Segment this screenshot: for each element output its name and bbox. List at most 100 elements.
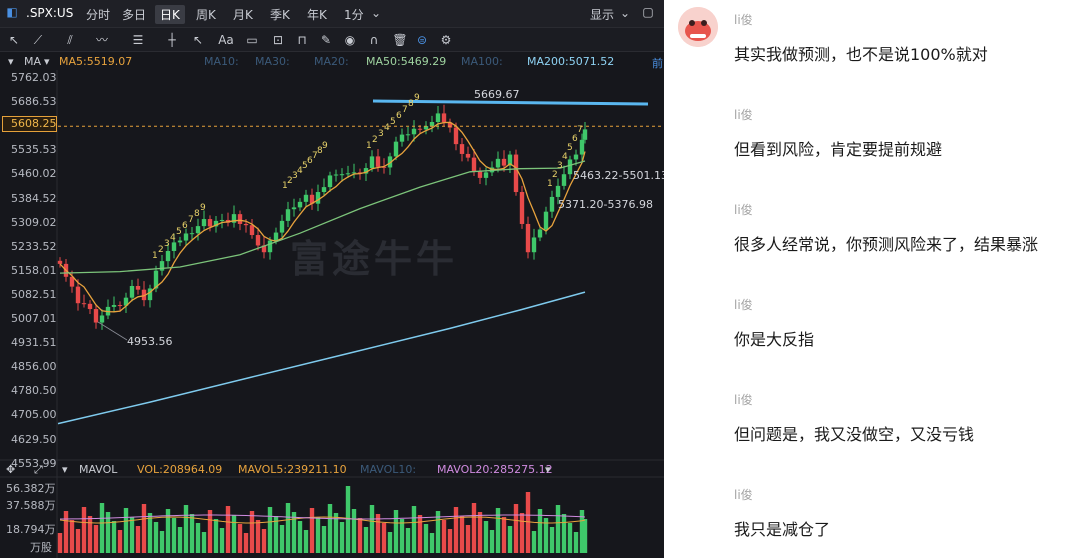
chevron-down-icon[interactable]: ▾ bbox=[62, 463, 68, 476]
candle-body bbox=[285, 209, 291, 221]
volume-bar bbox=[57, 533, 63, 553]
leader-line bbox=[97, 321, 128, 341]
sequence-count-label: 2 bbox=[372, 135, 378, 145]
volume-bar bbox=[513, 504, 519, 553]
message-username[interactable]: li俊 bbox=[734, 201, 753, 218]
low-price-label: 4953.56 bbox=[127, 335, 173, 348]
price-tick: 5309.02 bbox=[11, 215, 57, 229]
volume-bar bbox=[447, 529, 453, 553]
volume-bar bbox=[285, 503, 291, 553]
candle-body bbox=[417, 128, 423, 130]
vol-tick: 56.382万 bbox=[6, 482, 56, 495]
volume-bar bbox=[219, 528, 225, 553]
volume-bar bbox=[363, 527, 369, 553]
volume-label[interactable]: MAVOL bbox=[79, 463, 117, 476]
volume-bar bbox=[321, 526, 327, 553]
sequence-count-label: 9 bbox=[200, 203, 206, 213]
candle-body bbox=[399, 134, 405, 142]
price-tick: 4856.00 bbox=[11, 360, 57, 374]
message-username[interactable]: li俊 bbox=[734, 296, 753, 313]
volume-bar bbox=[345, 486, 351, 553]
sequence-count-label: 3 bbox=[557, 161, 563, 171]
candle-body bbox=[543, 211, 549, 230]
ma50-line bbox=[59, 160, 586, 274]
volume-bar bbox=[63, 511, 69, 553]
candle-body bbox=[177, 240, 183, 243]
price-tick: 5082.51 bbox=[11, 287, 57, 301]
candle-body bbox=[57, 260, 63, 264]
message-username[interactable]: li俊 bbox=[734, 11, 753, 28]
candle-body bbox=[165, 250, 171, 262]
price-tick: 4931.51 bbox=[11, 336, 57, 350]
volume-bar bbox=[189, 514, 195, 553]
volume-bar bbox=[582, 519, 588, 553]
high-price-label: 5669.67 bbox=[474, 88, 520, 101]
candle-body bbox=[411, 128, 417, 135]
sequence-count-label: 5 bbox=[176, 227, 182, 237]
volume-bar bbox=[399, 519, 405, 553]
price-tick: 4780.50 bbox=[11, 384, 57, 398]
price-tick: 4629.50 bbox=[11, 432, 57, 446]
candle-body bbox=[255, 235, 261, 246]
candle-body bbox=[159, 261, 165, 271]
volume-bar bbox=[99, 503, 105, 553]
price-tick: 5762.03 bbox=[11, 71, 57, 84]
resize-icon[interactable]: ⤢ bbox=[34, 463, 43, 477]
message-username[interactable]: li俊 bbox=[734, 106, 753, 123]
sequence-count-label: 2 bbox=[552, 170, 558, 180]
candle-body bbox=[555, 185, 561, 197]
volume-bar bbox=[279, 525, 285, 553]
volume-bar bbox=[327, 504, 333, 553]
volume-bar bbox=[315, 517, 321, 553]
price-tick: 5686.53 bbox=[11, 95, 57, 109]
candle-body bbox=[237, 214, 243, 224]
volume-bar bbox=[93, 525, 99, 553]
volume-bar bbox=[171, 518, 177, 553]
chevron-down-icon[interactable]: ▾ bbox=[545, 463, 551, 476]
message-text: 我只是减仓了 bbox=[734, 520, 831, 539]
price-tick: 5158.01 bbox=[11, 263, 57, 277]
candle-body bbox=[87, 303, 93, 310]
mavol5-value: MAVOL5:239211.10 bbox=[238, 463, 347, 476]
sequence-count-label: 3 bbox=[378, 129, 384, 139]
sequence-count-label: 2 bbox=[158, 245, 164, 255]
sequence-count-label: 7 bbox=[577, 125, 583, 135]
candle-body bbox=[315, 192, 321, 204]
sequence-count-label: 5 bbox=[390, 117, 396, 127]
candle-body bbox=[183, 233, 189, 241]
volume-bar bbox=[429, 533, 435, 553]
candle-body bbox=[129, 286, 135, 298]
candle-body bbox=[519, 192, 525, 224]
avatar[interactable] bbox=[678, 7, 718, 47]
volume-bar bbox=[555, 505, 561, 553]
sequence-count-label: 4 bbox=[562, 152, 568, 162]
message-username[interactable]: li俊 bbox=[734, 391, 753, 408]
candle-body bbox=[375, 156, 381, 167]
sequence-count-label: 1 bbox=[547, 179, 553, 189]
volume-bar bbox=[465, 525, 471, 553]
volume-bar bbox=[387, 532, 393, 553]
price-tick: 4705.00 bbox=[11, 408, 57, 422]
candle-body bbox=[435, 113, 441, 123]
candle-body bbox=[579, 139, 585, 155]
candle-body bbox=[351, 172, 357, 174]
volume-bar bbox=[531, 531, 537, 553]
move-icon[interactable]: ✥ bbox=[6, 463, 15, 476]
volume-bar bbox=[207, 510, 213, 553]
volume-bar bbox=[405, 528, 411, 553]
volume-bar bbox=[417, 515, 423, 553]
ma200-line bbox=[57, 291, 586, 425]
candle-body bbox=[561, 174, 567, 186]
candle-body bbox=[429, 122, 435, 126]
volume-bar bbox=[291, 512, 297, 553]
candle-body bbox=[453, 127, 459, 145]
candle-body bbox=[243, 223, 249, 226]
candle-body bbox=[582, 129, 588, 140]
volume-bar bbox=[375, 514, 381, 553]
candle-body bbox=[303, 194, 309, 202]
candle-body bbox=[549, 196, 555, 212]
volume-indicator-bar: ✥ ⤢ ▾ MAVOL VOL:208964.09 MAVOL5:239211.… bbox=[0, 461, 664, 477]
volume-bar bbox=[567, 523, 573, 553]
message-username[interactable]: li俊 bbox=[734, 486, 753, 503]
candle-body bbox=[333, 174, 339, 176]
